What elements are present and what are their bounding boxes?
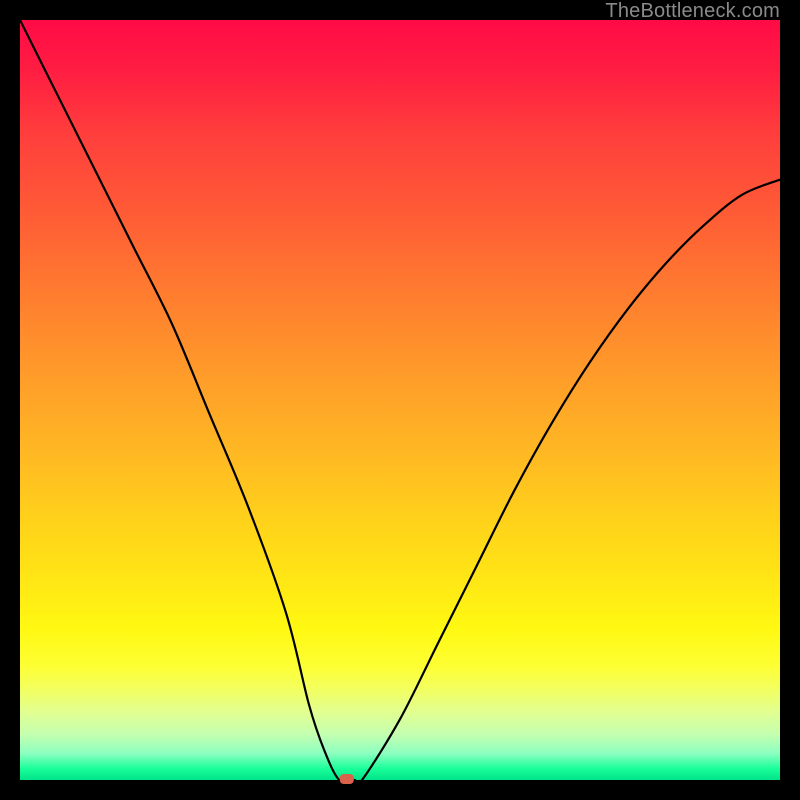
chart-svg xyxy=(20,20,780,780)
chart-frame: TheBottleneck.com xyxy=(0,0,800,800)
bottleneck-curve xyxy=(20,20,780,784)
optimum-marker xyxy=(340,774,354,784)
plot-area xyxy=(20,20,780,780)
